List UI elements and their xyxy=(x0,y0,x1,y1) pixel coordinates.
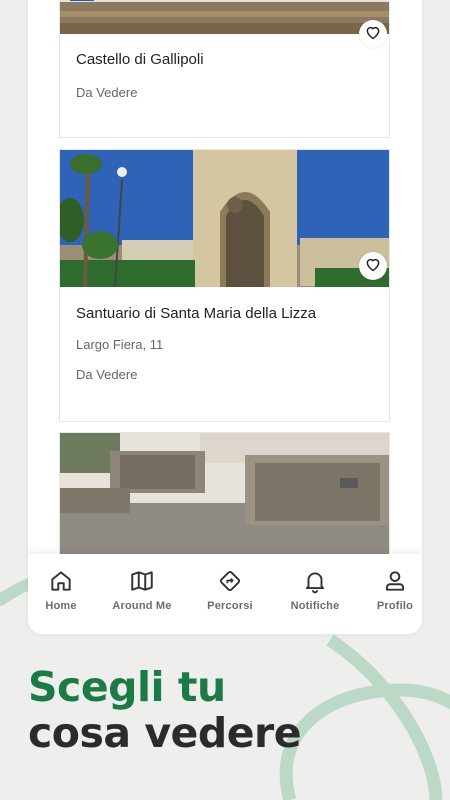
harbor-photo xyxy=(60,0,389,34)
map-icon xyxy=(102,568,182,594)
card-category: Da Vedere xyxy=(76,85,138,100)
headline-line-1: Scegli tu xyxy=(28,663,226,711)
nav-item-profilo[interactable]: Profilo xyxy=(355,568,422,612)
heart-outline-icon xyxy=(364,255,382,278)
bell-icon xyxy=(275,568,355,594)
headline-line-2: cosa vedere xyxy=(28,709,302,757)
favorite-button[interactable] xyxy=(359,20,387,48)
card-title[interactable]: Castello di Gallipoli xyxy=(76,51,204,68)
user-icon xyxy=(355,568,422,594)
favorite-button[interactable] xyxy=(359,252,387,280)
home-icon xyxy=(28,568,101,594)
promo-headline: Scegli tu cosa vedere xyxy=(28,663,302,757)
nav-label: Around Me xyxy=(112,600,172,612)
card-title[interactable]: Santuario di Santa Maria della Lizza xyxy=(76,305,316,322)
phone-screen: Castello di Gallipoli Da Vedere Santuari… xyxy=(28,0,422,634)
nav-item-around-me[interactable]: Around Me xyxy=(102,568,182,612)
nav-item-percorsi[interactable]: Percorsi xyxy=(190,568,270,612)
bottom-navigation: Home Around Me Percorsi Notifiche Profil… xyxy=(28,554,422,634)
card-address: Largo Fiera, 11 xyxy=(76,337,164,352)
nav-item-home[interactable]: Home xyxy=(28,568,101,612)
poi-card-castello[interactable]: Castello di Gallipoli Da Vedere xyxy=(59,0,390,138)
church-photo xyxy=(60,150,389,287)
stone-ruins-photo xyxy=(60,433,389,555)
heart-outline-icon xyxy=(364,23,382,46)
route-icon xyxy=(190,568,270,594)
poi-card-santuario[interactable]: Santuario di Santa Maria della Lizza Lar… xyxy=(59,149,390,422)
nav-label: Percorsi xyxy=(207,600,253,612)
nav-label: Notifiche xyxy=(290,600,340,612)
nav-item-notifiche[interactable]: Notifiche xyxy=(275,568,355,612)
poi-card-ruins[interactable] xyxy=(59,432,390,572)
card-category: Da Vedere xyxy=(76,367,138,382)
nav-label: Home xyxy=(45,600,77,612)
nav-label: Profilo xyxy=(376,600,414,612)
